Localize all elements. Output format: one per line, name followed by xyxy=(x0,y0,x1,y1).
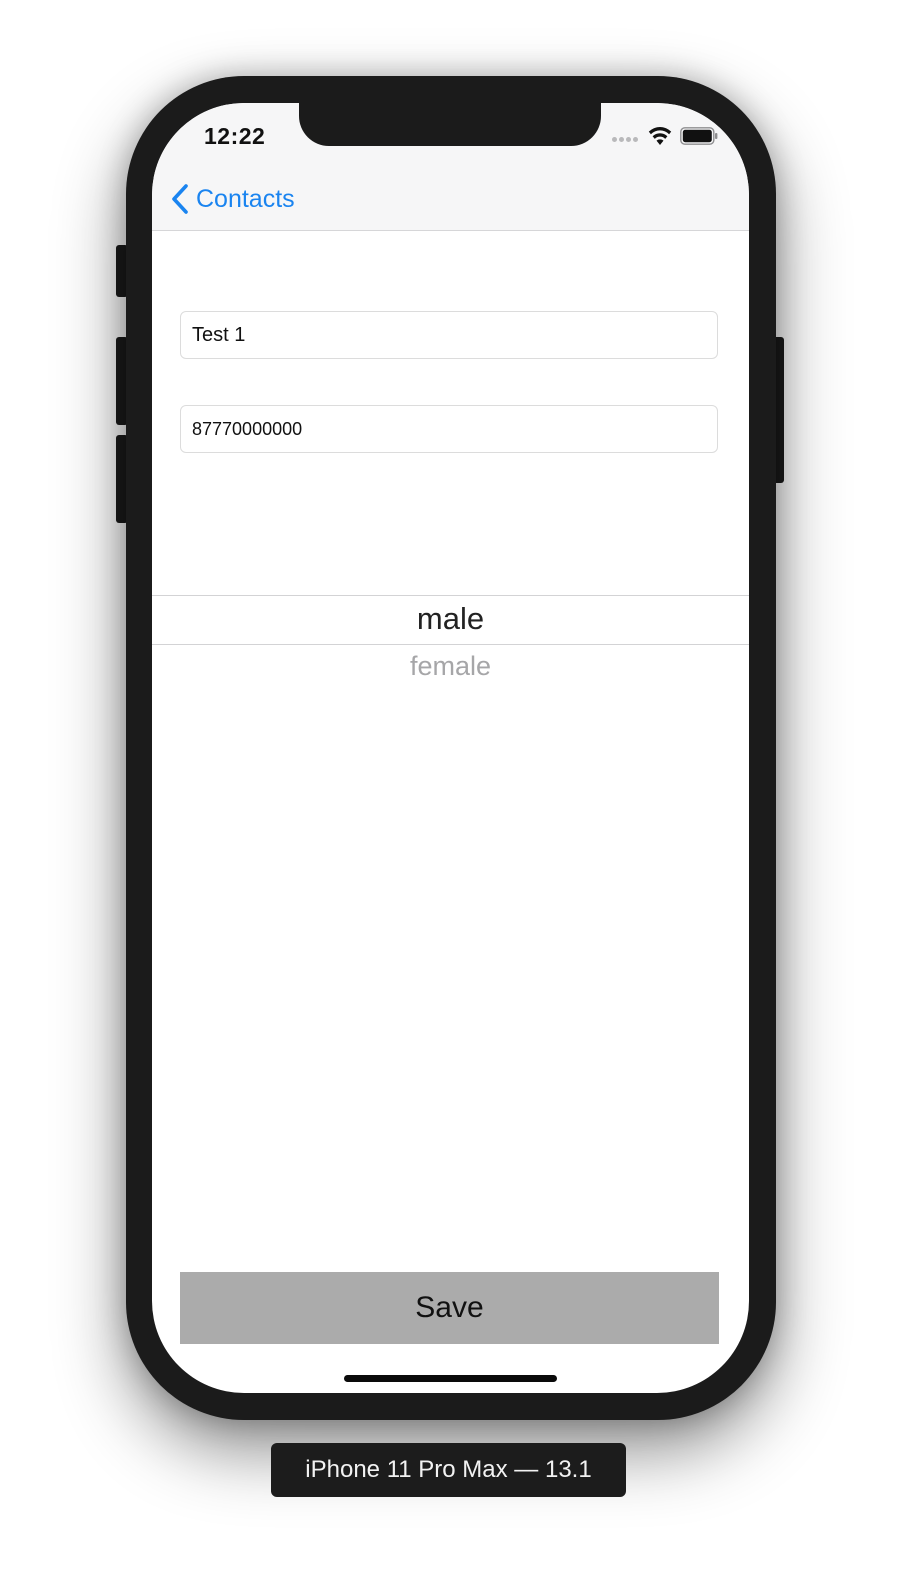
simulator-device-label: iPhone 11 Pro Max — 13.1 xyxy=(271,1443,626,1497)
back-button-label: Contacts xyxy=(196,184,295,213)
simulator-stage: 12:22 Contacts Test 1 87770000000 male f… xyxy=(0,0,916,1596)
cellular-signal-icon xyxy=(612,137,640,143)
chevron-left-icon xyxy=(172,184,188,214)
wifi-icon xyxy=(648,127,672,145)
phone-field[interactable] xyxy=(180,405,718,453)
picker-option[interactable]: female xyxy=(152,651,749,682)
back-button[interactable]: Contacts xyxy=(170,183,295,215)
notch xyxy=(299,103,601,146)
status-icons xyxy=(612,125,722,149)
picker-option-selected[interactable]: male xyxy=(152,601,749,637)
home-indicator xyxy=(344,1375,557,1382)
battery-icon xyxy=(680,127,718,145)
gender-picker[interactable]: male female xyxy=(152,595,749,695)
save-button[interactable]: Save xyxy=(180,1272,719,1344)
status-time: 12:22 xyxy=(204,123,266,149)
device-screen: 12:22 Contacts Test 1 87770000000 male f… xyxy=(152,103,749,1393)
name-field[interactable] xyxy=(180,311,718,359)
